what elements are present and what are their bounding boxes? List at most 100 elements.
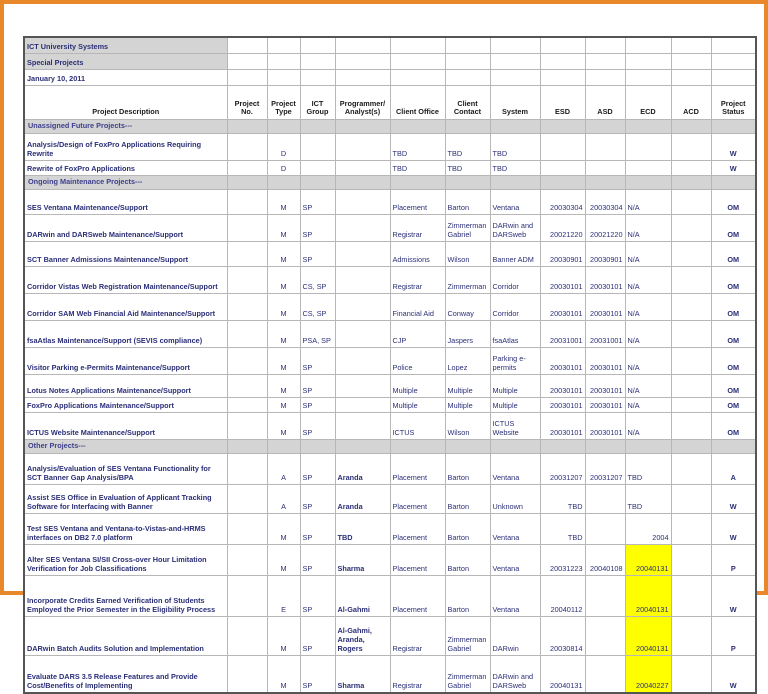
- cell-empty[interactable]: [490, 54, 540, 70]
- cell-ecd[interactable]: N/A: [625, 294, 671, 321]
- cell-client-contact[interactable]: Multiple: [445, 398, 490, 413]
- table-row[interactable]: Test SES Ventana and Ventana-to-Vistas-a…: [24, 514, 756, 545]
- cell-project-no[interactable]: [227, 321, 267, 348]
- table-row[interactable]: Evaluate DARS 3.5 Release Features and P…: [24, 656, 756, 694]
- cell-esd[interactable]: 20030814: [540, 617, 585, 656]
- cell-ecd[interactable]: 20040227: [625, 656, 671, 694]
- cell-client-office[interactable]: TBD: [390, 134, 445, 161]
- cell-system[interactable]: ICTUS Website: [490, 413, 540, 440]
- cell-system[interactable]: DARwin: [490, 617, 540, 656]
- cell-project-no[interactable]: [227, 190, 267, 215]
- cell-project-no[interactable]: [227, 294, 267, 321]
- cell-programmer-analyst[interactable]: [335, 134, 390, 161]
- cell-empty[interactable]: [711, 70, 756, 86]
- cell-empty[interactable]: [540, 54, 585, 70]
- cell-empty[interactable]: [671, 37, 711, 54]
- cell-asd[interactable]: 20031207: [585, 454, 625, 485]
- cell-programmer-analyst[interactable]: Sharma: [335, 545, 390, 576]
- cell-system[interactable]: Ventana: [490, 514, 540, 545]
- table-row[interactable]: Alter SES Ventana SI/SII Cross-over Hour…: [24, 545, 756, 576]
- cell-esd[interactable]: 20031001: [540, 321, 585, 348]
- cell-esd[interactable]: 20030101: [540, 294, 585, 321]
- cell-project-description[interactable]: SES Ventana Maintenance/Support: [24, 190, 227, 215]
- cell-asd[interactable]: [585, 656, 625, 694]
- cell-client-contact[interactable]: Barton: [445, 545, 490, 576]
- cell-ict-group[interactable]: SP: [300, 348, 335, 375]
- cell-empty[interactable]: [671, 70, 711, 86]
- cell-acd[interactable]: [671, 348, 711, 375]
- cell-empty[interactable]: [625, 37, 671, 54]
- cell-client-office[interactable]: Registrar: [390, 617, 445, 656]
- cell-ecd[interactable]: N/A: [625, 190, 671, 215]
- cell-system[interactable]: Corridor: [490, 294, 540, 321]
- report-date[interactable]: January 10, 2011: [24, 70, 227, 86]
- cell-client-office[interactable]: Placement: [390, 485, 445, 514]
- cell-client-office[interactable]: Multiple: [390, 398, 445, 413]
- cell-project-no[interactable]: [227, 375, 267, 398]
- cell-project-status[interactable]: OM: [711, 190, 756, 215]
- cell-client-contact[interactable]: TBD: [445, 161, 490, 176]
- cell-programmer-analyst[interactable]: Al-Gahmi: [335, 576, 390, 617]
- cell-asd[interactable]: 20030101: [585, 398, 625, 413]
- cell-acd[interactable]: [671, 375, 711, 398]
- cell-ecd[interactable]: N/A: [625, 321, 671, 348]
- column-header-project-status[interactable]: ProjectStatus: [711, 86, 756, 120]
- cell-project-status[interactable]: W: [711, 134, 756, 161]
- cell-programmer-analyst[interactable]: [335, 398, 390, 413]
- cell-ecd[interactable]: TBD: [625, 454, 671, 485]
- cell-ecd[interactable]: N/A: [625, 413, 671, 440]
- cell-empty[interactable]: [267, 70, 300, 86]
- cell-project-type[interactable]: M: [267, 413, 300, 440]
- cell-acd[interactable]: [671, 413, 711, 440]
- cell-project-type[interactable]: A: [267, 485, 300, 514]
- report-subtitle[interactable]: Special Projects: [24, 54, 227, 70]
- cell-system[interactable]: Unknown: [490, 485, 540, 514]
- cell-client-office[interactable]: ICTUS: [390, 413, 445, 440]
- cell-system[interactable]: Ventana: [490, 576, 540, 617]
- cell-client-contact[interactable]: Barton: [445, 514, 490, 545]
- cell-esd[interactable]: 20040112: [540, 576, 585, 617]
- cell-project-status[interactable]: W: [711, 161, 756, 176]
- table-row[interactable]: SCT Banner Admissions Maintenance/Suppor…: [24, 242, 756, 267]
- cell-ict-group[interactable]: SP: [300, 576, 335, 617]
- cell-asd[interactable]: 20030901: [585, 242, 625, 267]
- cell-empty[interactable]: [300, 54, 335, 70]
- cell-system[interactable]: Ventana: [490, 545, 540, 576]
- cell-project-status[interactable]: OM: [711, 398, 756, 413]
- column-header-asd[interactable]: ASD: [585, 86, 625, 120]
- cell-project-type[interactable]: M: [267, 215, 300, 242]
- cell-project-no[interactable]: [227, 215, 267, 242]
- cell-programmer-analyst[interactable]: Aranda: [335, 485, 390, 514]
- cell-project-status[interactable]: W: [711, 514, 756, 545]
- cell-project-status[interactable]: A: [711, 454, 756, 485]
- cell-client-contact[interactable]: Zimmerman: [445, 267, 490, 294]
- cell-esd[interactable]: 20030304: [540, 190, 585, 215]
- cell-ict-group[interactable]: SP: [300, 215, 335, 242]
- cell-programmer-analyst[interactable]: [335, 161, 390, 176]
- cell-system[interactable]: DARwin and DARSweb: [490, 215, 540, 242]
- cell-system[interactable]: Multiple: [490, 398, 540, 413]
- cell-asd[interactable]: [585, 161, 625, 176]
- cell-ecd[interactable]: 20040131: [625, 545, 671, 576]
- cell-project-no[interactable]: [227, 242, 267, 267]
- cell-empty[interactable]: [625, 70, 671, 86]
- cell-asd[interactable]: 20031001: [585, 321, 625, 348]
- cell-project-status[interactable]: OM: [711, 375, 756, 398]
- cell-asd[interactable]: 20030101: [585, 267, 625, 294]
- table-row[interactable]: DARwin Batch Audits Solution and Impleme…: [24, 617, 756, 656]
- cell-client-contact[interactable]: Zimmerman Gabriel: [445, 656, 490, 694]
- cell-system[interactable]: Corridor: [490, 267, 540, 294]
- cell-project-description[interactable]: Corridor SAM Web Financial Aid Maintenan…: [24, 294, 227, 321]
- section-heading[interactable]: Unassigned Future Projects---: [24, 120, 227, 134]
- cell-ict-group[interactable]: SP: [300, 656, 335, 694]
- cell-project-no[interactable]: [227, 485, 267, 514]
- cell-acd[interactable]: [671, 656, 711, 694]
- cell-client-office[interactable]: Multiple: [390, 375, 445, 398]
- cell-system[interactable]: TBD: [490, 161, 540, 176]
- cell-ict-group[interactable]: CS, SP: [300, 294, 335, 321]
- cell-client-contact[interactable]: Barton: [445, 485, 490, 514]
- cell-project-type[interactable]: M: [267, 398, 300, 413]
- cell-project-status[interactable]: W: [711, 576, 756, 617]
- cell-project-no[interactable]: [227, 514, 267, 545]
- cell-project-no[interactable]: [227, 656, 267, 694]
